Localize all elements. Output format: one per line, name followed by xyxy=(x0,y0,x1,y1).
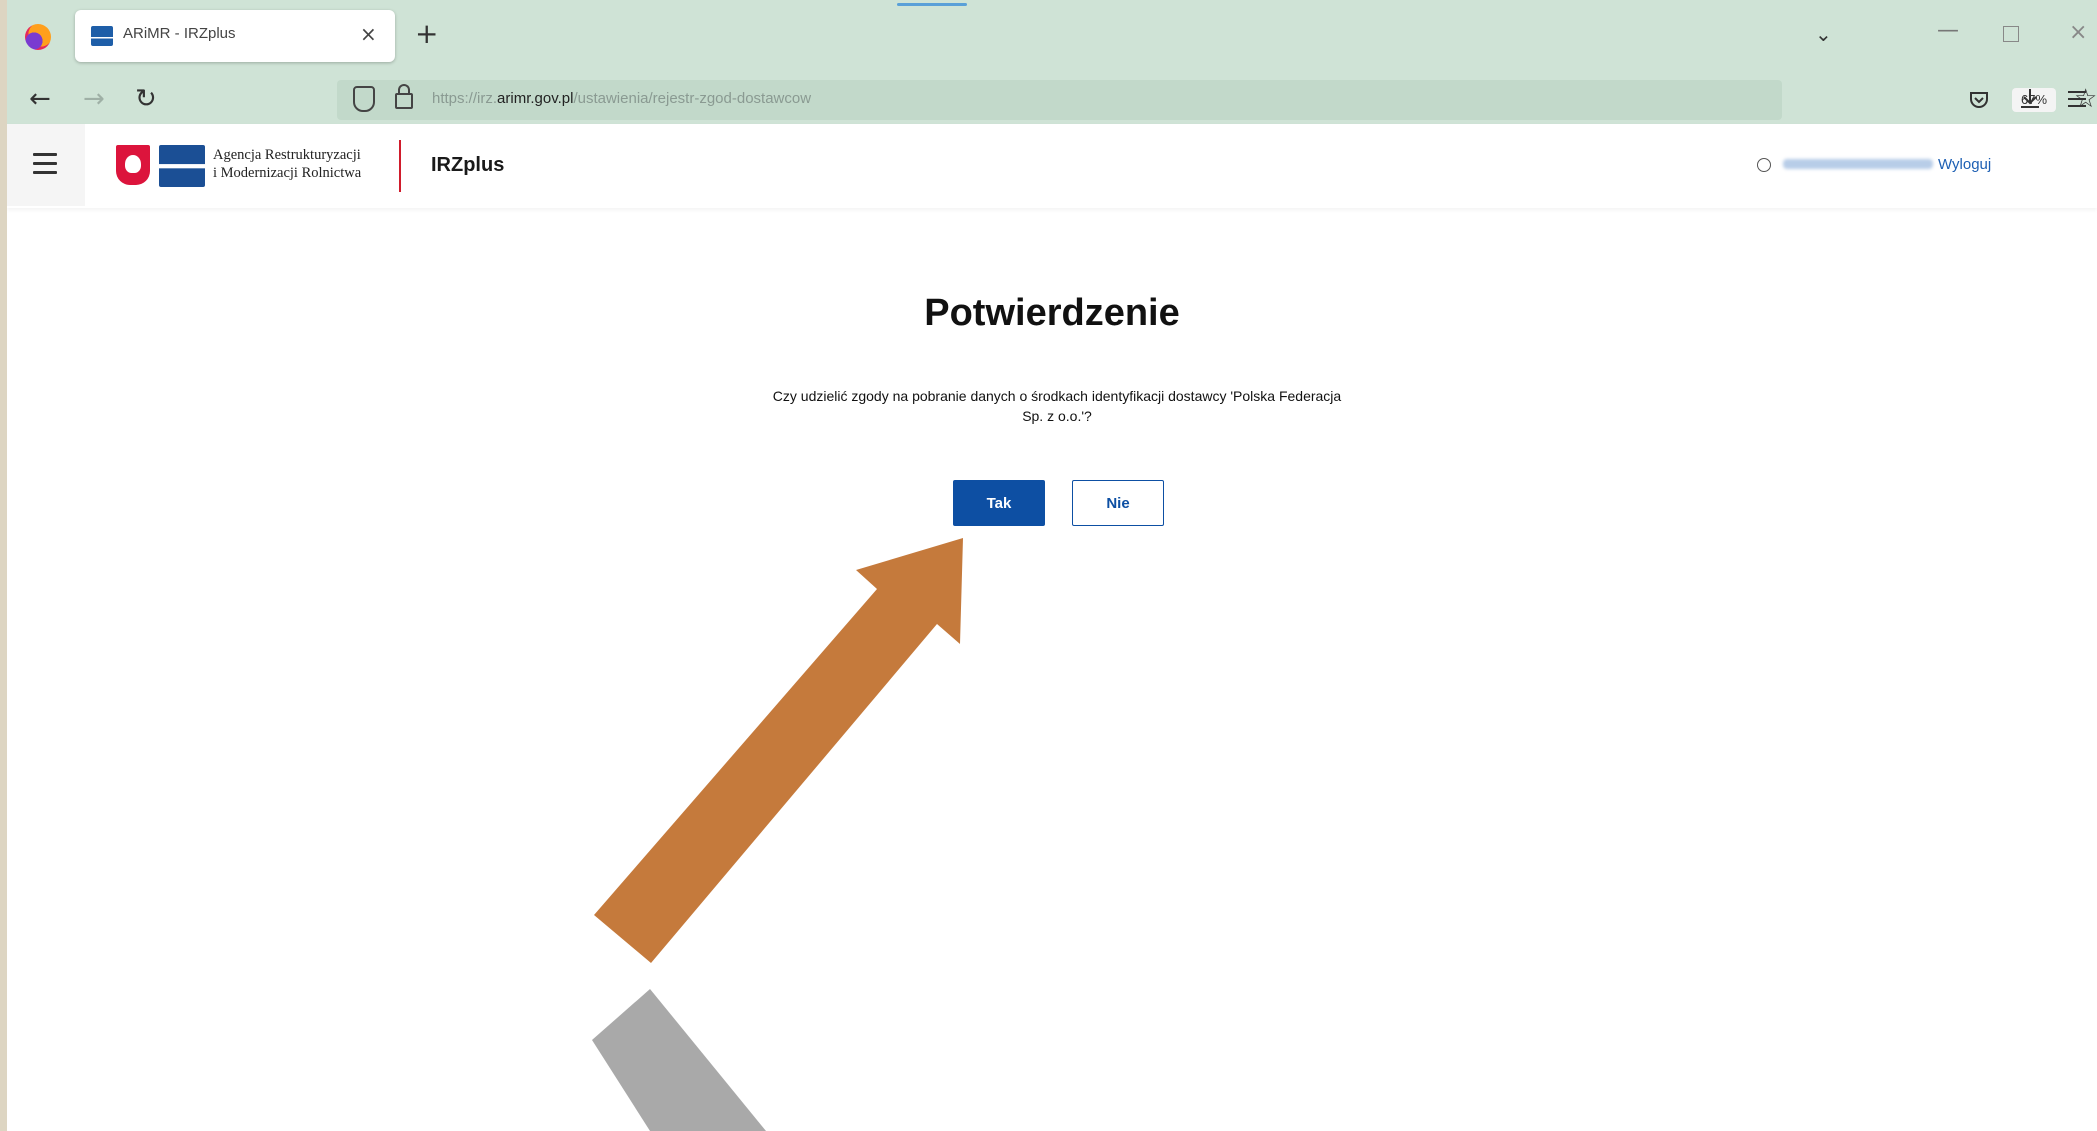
annotation-arrow-shadow xyxy=(592,989,766,1131)
annotation-overlay xyxy=(592,538,963,1131)
annotation-arrow xyxy=(594,538,963,963)
